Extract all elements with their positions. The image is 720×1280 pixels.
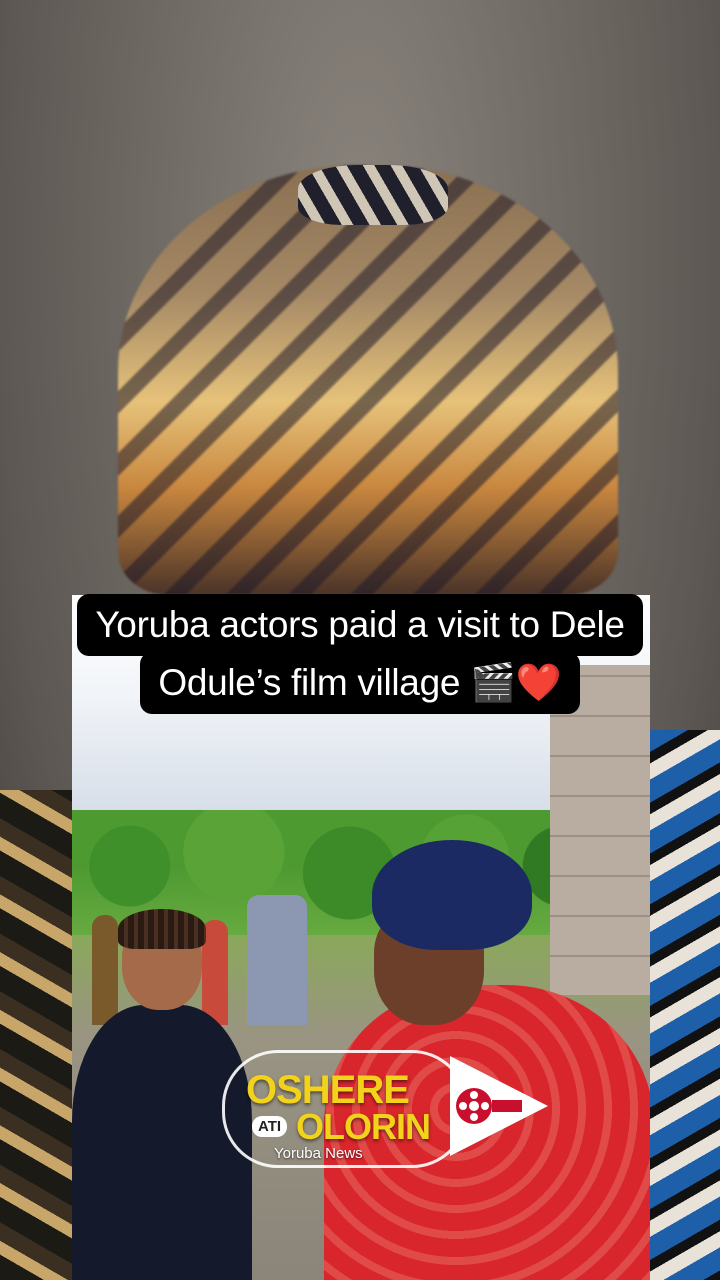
film-reel-play-icon bbox=[450, 1056, 548, 1156]
logo-word-2: OLORIN bbox=[296, 1106, 431, 1147]
logo-subtitle: Yoruba News bbox=[274, 1145, 363, 1162]
caption-line-2: Odule’s film village 🎬❤️ bbox=[140, 652, 580, 714]
fabric-left-blurred bbox=[0, 790, 80, 1280]
watermark-logo: OSHERE ATI OLORIN Yoruba News bbox=[222, 1050, 562, 1170]
head-wrap-blurred bbox=[118, 165, 618, 595]
caption: Yoruba actors paid a visit to Dele Odule… bbox=[0, 594, 720, 714]
fabric-right-blurred bbox=[648, 730, 720, 1280]
logo-badge: ATI bbox=[252, 1116, 288, 1137]
caption-line-1: Yoruba actors paid a visit to Dele bbox=[77, 594, 643, 656]
head-wrap-knot bbox=[298, 165, 448, 225]
